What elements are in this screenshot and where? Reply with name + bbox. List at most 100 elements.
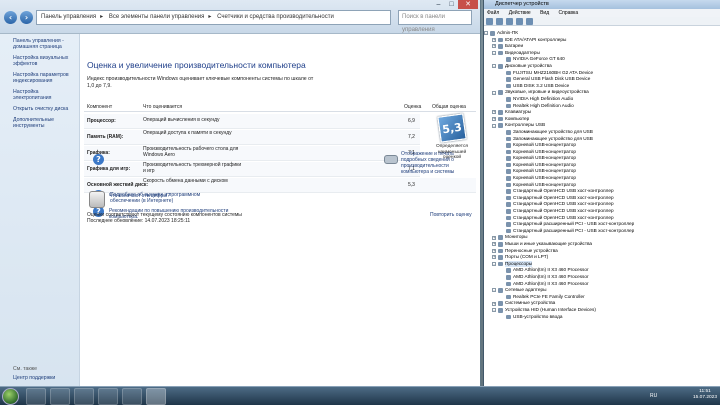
expand-toggle-icon[interactable]: +: [492, 248, 496, 253]
properties-icon[interactable]: [506, 18, 513, 25]
breadcrumb[interactable]: Панель управления ▸ Все элементы панели у…: [36, 10, 391, 25]
tree-node[interactable]: Корневой USB-концентратор: [484, 155, 720, 162]
minimize-icon[interactable]: –: [432, 0, 445, 9]
tree-node[interactable]: + IDE ATA/ATAPI контроллеры: [484, 37, 720, 44]
tree-node[interactable]: Корневой USB-концентратор: [484, 142, 720, 149]
rerun-link[interactable]: Повторить оценку: [430, 212, 472, 218]
back-icon[interactable]: ‹: [4, 11, 17, 24]
expand-toggle-icon[interactable]: -: [492, 51, 496, 56]
advanced-tools-link[interactable]: Дополнительные инструменты: [13, 117, 77, 129]
expand-toggle-icon[interactable]: +: [492, 301, 496, 306]
expand-toggle-icon[interactable]: -: [492, 123, 496, 128]
tree-node[interactable]: AMD Athlon(tm) II X3 460 Processor: [484, 267, 720, 274]
help-icon[interactable]: [516, 18, 523, 25]
close-icon[interactable]: ✕: [458, 0, 478, 9]
expand-toggle-icon[interactable]: +: [492, 44, 496, 49]
expand-toggle-icon[interactable]: +: [492, 110, 496, 115]
breadcrumb-item[interactable]: Панель управления: [41, 14, 96, 20]
folder-icon[interactable]: [50, 388, 70, 405]
expand-toggle-icon[interactable]: -: [492, 308, 496, 313]
tree-node[interactable]: Корневой USB-концентратор: [484, 175, 720, 182]
chrome-icon[interactable]: [98, 388, 118, 405]
expand-toggle-icon[interactable]: +: [492, 242, 496, 247]
scan-icon[interactable]: [526, 18, 533, 25]
tree-node[interactable]: NVIDIA High Definition Audio: [484, 96, 720, 103]
tree-node[interactable]: + Системные устройства: [484, 300, 720, 307]
tree-node[interactable]: + Мониторы: [484, 234, 720, 241]
breadcrumb-item[interactable]: Все элементы панели управления: [109, 14, 205, 20]
tree-node-label: NVIDIA High Definition Audio: [513, 95, 574, 101]
tree-node[interactable]: - Видеоадаптеры: [484, 50, 720, 57]
forward-icon[interactable]: ›: [20, 11, 33, 24]
visual-effects-link[interactable]: Настройка визуальных эффектов: [13, 55, 77, 67]
tree-node[interactable]: Realtek High Definition Audio: [484, 103, 720, 110]
tree-node[interactable]: - Звуковые, игровые и видеоустройства: [484, 89, 720, 96]
expand-toggle-icon[interactable]: -: [492, 64, 496, 69]
tree-node[interactable]: + Порты (COM и LPT): [484, 254, 720, 261]
language-indicator[interactable]: RU: [650, 393, 657, 399]
tree-node[interactable]: + Переносные устройства: [484, 248, 720, 255]
start-button[interactable]: [2, 388, 19, 405]
tree-node[interactable]: - Процессоры: [484, 260, 720, 268]
media-icon[interactable]: [74, 388, 94, 405]
tree-node[interactable]: Стандартный расширенный PCI - USB хост-к…: [484, 221, 720, 228]
tree-node[interactable]: USB-устройство ввода: [484, 314, 720, 321]
device-icon: [498, 116, 503, 122]
tree-node[interactable]: + Клавиатуры: [484, 109, 720, 116]
tree-node[interactable]: NVIDIA GeForce GT 640: [484, 56, 720, 63]
tree-node[interactable]: Стандартный OpenHCD USB хост-контроллер: [484, 188, 720, 195]
expand-toggle-icon[interactable]: +: [492, 117, 496, 122]
tree-node[interactable]: FUJITSU MHZ2160BH G2 ATA Device: [484, 70, 720, 77]
expand-toggle-icon[interactable]: -: [492, 90, 496, 95]
table-header: Компонент Что оценивается Оценка Общая о…: [84, 103, 476, 112]
device-icon: [506, 195, 511, 201]
tree-node[interactable]: General USB Flash Disk USB Device: [484, 76, 720, 83]
control-panel-icon[interactable]: [122, 388, 142, 405]
maximize-icon[interactable]: □: [445, 0, 458, 9]
details-link[interactable]: Отображение и печать подробных сведений …: [401, 151, 475, 175]
indexing-link[interactable]: Настройка параметров индексирования: [13, 72, 77, 84]
action-center-link[interactable]: Центр поддержки: [13, 375, 55, 381]
menu-file[interactable]: Файл: [487, 10, 499, 16]
expand-toggle-icon[interactable]: -: [484, 31, 488, 36]
expand-toggle-icon[interactable]: +: [492, 255, 496, 260]
clock[interactable]: 11:51 15.07.2023: [693, 389, 717, 401]
tree-node-label: AMD Athlon(tm) II X3 460 Processor: [513, 280, 589, 286]
tree-node[interactable]: AMD Athlon(tm) II X3 460 Processor: [484, 281, 720, 288]
disk-cleanup-link[interactable]: Открыть очистку диска: [13, 106, 77, 112]
tree-node[interactable]: + Компьютер: [484, 116, 720, 123]
power-link[interactable]: Настройка электропитания: [13, 89, 77, 101]
tree-node[interactable]: Стандартный расширенный PCI - USB хост-к…: [484, 228, 720, 235]
menu-action[interactable]: Действие: [509, 10, 531, 16]
tree-node[interactable]: - Admin-ПК: [484, 30, 720, 37]
tree-node[interactable]: + Мыши и иные указывающие устройства: [484, 241, 720, 248]
expand-toggle-icon[interactable]: +: [492, 235, 496, 240]
menu-view[interactable]: Вид: [540, 10, 549, 16]
software-info-link[interactable]: Подробнее об оценках и программном обесп…: [110, 192, 225, 204]
ie-icon[interactable]: [26, 388, 46, 405]
tree-node[interactable]: - Устройства HID (Human Interface Devices…: [484, 307, 720, 314]
overall-score: 5,3: [437, 113, 467, 143]
tree-node-label: Корневой USB-концентратор: [513, 142, 576, 148]
tree-node[interactable]: + Батареи: [484, 43, 720, 50]
tree-node[interactable]: - Сетевые адаптеры: [484, 287, 720, 294]
forward-icon[interactable]: [496, 18, 503, 25]
tree-node[interactable]: Стандартный OpenHCD USB хост-контроллер: [484, 208, 720, 215]
tree-node[interactable]: AMD Athlon(tm) II X3 460 Processor: [484, 274, 720, 281]
device-manager-taskbar-icon[interactable]: [146, 388, 166, 405]
expand-toggle-icon[interactable]: -: [492, 288, 496, 293]
tree-node[interactable]: - Дисковые устройства: [484, 63, 720, 70]
row-score: 7,2: [408, 134, 415, 140]
tree-node-label: Видеоадаптеры: [505, 49, 540, 55]
expand-toggle-icon[interactable]: +: [492, 37, 496, 42]
menu-help[interactable]: Справка: [559, 10, 579, 16]
taskbar: RU 11:51 15.07.2023: [0, 386, 720, 405]
expand-toggle-icon[interactable]: -: [492, 262, 496, 267]
address-bar: ‹ › Панель управления ▸ Все элементы пане…: [0, 0, 480, 34]
tree-node[interactable]: Запоминающее устройство для USB: [484, 129, 720, 136]
back-icon[interactable]: [486, 18, 493, 25]
home-link[interactable]: Панель управления - домашняя страница: [13, 38, 77, 50]
search-input[interactable]: Поиск в панели управления: [398, 10, 472, 33]
tree-node[interactable]: - Контроллеры USB: [484, 122, 720, 129]
breadcrumb-item[interactable]: Счетчики и средства производительности: [217, 14, 334, 20]
